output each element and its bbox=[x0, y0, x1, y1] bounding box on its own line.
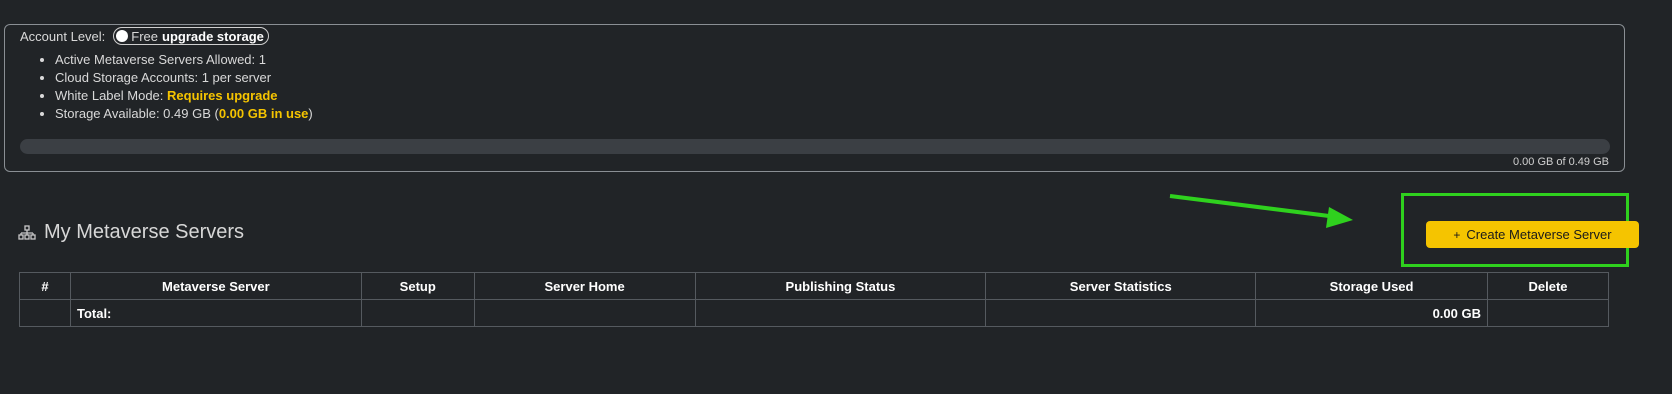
feature-storage-available: Storage Available: 0.49 GB (0.00 GB in u… bbox=[55, 105, 313, 123]
table-total-row: Total: 0.00 GB bbox=[19, 299, 1609, 327]
plus-icon: + bbox=[1453, 227, 1461, 242]
feature-active-servers: Active Metaverse Servers Allowed: 1 bbox=[55, 51, 313, 69]
column-header-metaverse-server[interactable]: Metaverse Server bbox=[69, 272, 362, 300]
account-level: Account Level: Free upgrade storage bbox=[20, 27, 269, 45]
feature-white-label: White Label Mode: Requires upgrade bbox=[55, 87, 313, 105]
white-label-upgrade-link[interactable]: Requires upgrade bbox=[167, 88, 278, 103]
storage-progress-bar bbox=[20, 139, 1610, 154]
storage-readout: 0.00 GB of 0.49 GB bbox=[1512, 156, 1609, 168]
account-level-label: Account Level: bbox=[20, 28, 106, 44]
account-features-list: Active Metaverse Servers Allowed: 1 Clou… bbox=[35, 51, 313, 123]
servers-section-title: My Metaverse Servers bbox=[18, 221, 244, 244]
account-level-badge[interactable]: Free upgrade storage bbox=[113, 27, 269, 45]
toggle-dot-icon bbox=[116, 30, 129, 42]
feature-cloud-storage: Cloud Storage Accounts: 1 per server bbox=[55, 69, 313, 87]
column-header-number[interactable]: # bbox=[19, 272, 71, 300]
storage-in-use: 0.00 GB in use bbox=[218, 106, 309, 121]
sitemap-icon bbox=[18, 224, 36, 240]
total-row-label: Total: bbox=[69, 299, 362, 327]
total-row-storage-used: 0.00 GB bbox=[1255, 299, 1488, 327]
servers-section-title-text: My Metaverse Servers bbox=[44, 221, 245, 243]
create-metaverse-server-button[interactable]: + Create Metaverse Server bbox=[1426, 221, 1639, 248]
column-header-server-home[interactable]: Server Home bbox=[473, 272, 696, 300]
annotation-arrow-icon bbox=[1169, 194, 1353, 228]
create-metaverse-server-label: Create Metaverse Server bbox=[1466, 227, 1612, 242]
total-row-delete-cell bbox=[1487, 299, 1609, 327]
account-panel: Account Level: Free upgrade storage Acti… bbox=[4, 24, 1625, 172]
total-row-number-cell bbox=[19, 299, 71, 327]
column-header-delete[interactable]: Delete bbox=[1487, 272, 1609, 300]
column-header-publishing-status[interactable]: Publishing Status bbox=[694, 272, 987, 300]
column-header-server-statistics[interactable]: Server Statistics bbox=[985, 272, 1257, 300]
upgrade-storage-link[interactable]: upgrade storage bbox=[162, 29, 264, 44]
servers-table: # Metaverse Server Setup Server Home Pub… bbox=[19, 272, 1609, 327]
total-row-server-home-cell bbox=[473, 299, 696, 327]
column-header-storage-used[interactable]: Storage Used bbox=[1255, 272, 1488, 300]
column-header-setup[interactable]: Setup bbox=[360, 272, 475, 300]
total-row-setup-cell bbox=[360, 299, 475, 327]
table-header-row: # Metaverse Server Setup Server Home Pub… bbox=[19, 272, 1609, 300]
total-row-statistics-cell bbox=[985, 299, 1257, 327]
account-level-name: Free bbox=[131, 28, 159, 44]
total-row-publishing-cell bbox=[694, 299, 987, 327]
